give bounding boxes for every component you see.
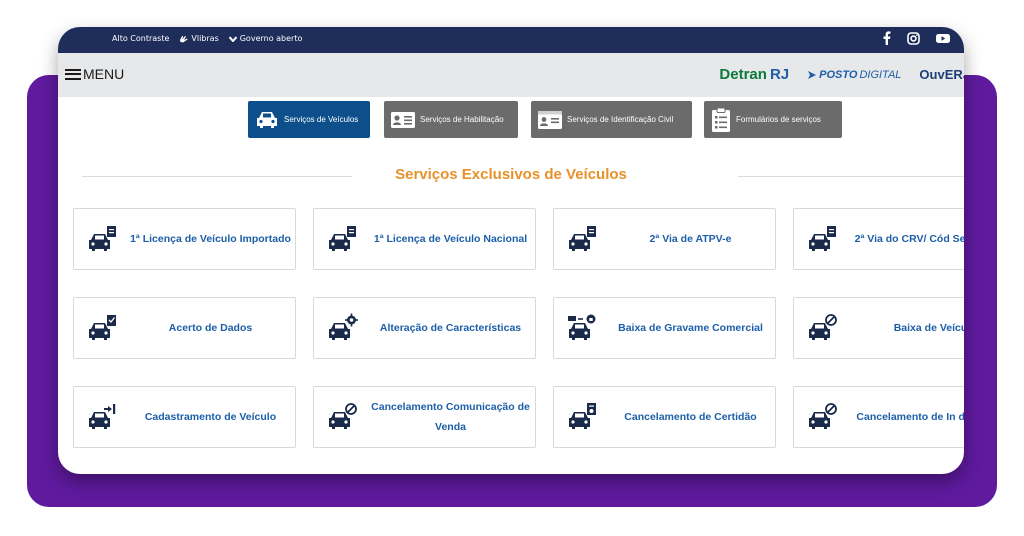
alto-contraste-link[interactable]: Alto Contraste xyxy=(112,34,169,43)
id-card-icon xyxy=(538,110,562,129)
service-card[interactable]: Baixa de Veícu xyxy=(793,297,964,359)
car-lock-icon xyxy=(568,313,598,343)
posto-logo-rest: DIGITAL xyxy=(859,68,902,81)
chevron-down-icon xyxy=(228,35,237,42)
service-card-label: Cadastramento de Veículo xyxy=(144,411,277,423)
ouverj-logo[interactable]: OuvERJ xyxy=(919,67,964,82)
title-divider-right xyxy=(738,176,964,177)
car-icon xyxy=(257,111,277,128)
service-card[interactable]: 1ª Licença de Veículo Nacional xyxy=(313,208,536,270)
governo-aberto-link[interactable]: Governo aberto xyxy=(228,34,303,43)
service-card-label: 1ª Licença de Veículo Importado xyxy=(130,233,291,245)
tab-servicos-habilitacao[interactable]: Serviços de Habilitação xyxy=(384,101,518,138)
facebook-icon[interactable] xyxy=(882,31,891,45)
detran-rj-logo[interactable]: Detran RJ xyxy=(719,66,789,83)
tab-label: Serviços de Identificação Civil xyxy=(567,115,674,124)
car-ban-icon xyxy=(808,313,838,343)
social-links xyxy=(882,31,950,45)
car-document-icon xyxy=(568,224,598,254)
tab-formularios-servicos[interactable]: Formulários de serviços xyxy=(704,101,842,138)
car-gear-icon xyxy=(328,313,358,343)
youtube-icon[interactable] xyxy=(936,33,950,44)
license-card-icon xyxy=(391,111,415,128)
accessibility-links: Alto Contraste Vlibras Governo aberto xyxy=(112,34,302,43)
vlibras-link[interactable]: Vlibras xyxy=(179,34,219,43)
posto-logo-bold: POSTO xyxy=(819,68,858,81)
car-certificate-icon xyxy=(568,402,598,432)
menu-bar: MENU Detran RJ POSTO DIGITAL OuvERJ xyxy=(58,53,964,97)
service-card[interactable]: 1ª Licença de Veículo Importado xyxy=(73,208,296,270)
tab-label: Formulários de serviços xyxy=(736,115,821,124)
tab-label: Serviços de Veículos xyxy=(284,115,359,124)
posto-digital-logo[interactable]: POSTO DIGITAL xyxy=(807,69,901,81)
car-document-icon xyxy=(328,224,358,254)
service-card-label: Alteração de Características xyxy=(379,322,522,334)
service-card-label: 2ª Via de ATPV-e xyxy=(649,233,732,245)
service-card[interactable]: Cancelamento Comunicação de Venda xyxy=(313,386,536,448)
section-title: Serviços Exclusivos de Veículos xyxy=(395,166,627,183)
tab-label: Serviços de Habilitação xyxy=(420,115,504,124)
car-document-icon xyxy=(88,224,118,254)
tab-servicos-veiculos[interactable]: Serviços de Veículos xyxy=(248,101,370,138)
instagram-icon[interactable] xyxy=(907,31,920,45)
car-arrow-icon xyxy=(88,402,118,432)
vlibras-label: Vlibras xyxy=(191,34,219,43)
posto-arrow-icon xyxy=(808,70,817,79)
service-card[interactable]: Baixa de Gravame Comercial xyxy=(553,297,776,359)
service-card-label: Acerto de Dados xyxy=(168,322,253,334)
car-ban-icon xyxy=(328,402,358,432)
tab-servicos-identificacao-civil[interactable]: Serviços de Identificação Civil xyxy=(531,101,692,138)
service-card-label: 1ª Licença de Veículo Nacional xyxy=(373,233,528,245)
accessibility-bar: Alto Contraste Vlibras Governo aberto xyxy=(58,27,964,53)
service-card[interactable]: Cancelamento de Certidão xyxy=(553,386,776,448)
hands-icon xyxy=(180,35,188,42)
menu-label: MENU xyxy=(83,66,125,82)
service-card[interactable]: Cancelamento de In de Venda xyxy=(793,386,964,448)
menu-button[interactable]: MENU xyxy=(65,66,124,82)
service-card[interactable]: 2ª Via do CRV/ Cód Segurança xyxy=(793,208,964,270)
browser-window: Alto Contraste Vlibras Governo aberto ME… xyxy=(58,27,964,474)
service-card[interactable]: Acerto de Dados xyxy=(73,297,296,359)
clipboard-icon xyxy=(712,107,730,132)
service-card[interactable]: Cadastramento de Veículo xyxy=(73,386,296,448)
car-document-icon xyxy=(808,224,838,254)
partner-logos: Detran RJ POSTO DIGITAL OuvERJ xyxy=(719,66,964,83)
service-category-tabs: Serviços de Veículos Serviços de Habilit… xyxy=(58,101,964,139)
service-card-label: Baixa de Veícu xyxy=(893,322,964,334)
service-card-label: Cancelamento de Certidão xyxy=(624,411,757,423)
service-card-label: Baixa de Gravame Comercial xyxy=(618,322,763,334)
service-card-label: 2ª Via do CRV/ Cód Segurança xyxy=(854,233,964,245)
hamburger-icon xyxy=(65,68,81,80)
detran-logo-rj: RJ xyxy=(769,66,790,83)
service-card-label: Cancelamento de In de Venda xyxy=(856,411,964,423)
service-card[interactable]: Alteração de Características xyxy=(313,297,536,359)
detran-logo-main: Detran xyxy=(719,66,767,83)
car-checklist-icon xyxy=(88,313,118,343)
service-card[interactable]: 2ª Via de ATPV-e xyxy=(553,208,776,270)
governo-aberto-label: Governo aberto xyxy=(239,34,303,43)
service-card-label: Cancelamento Comunicação de Venda xyxy=(371,401,530,433)
car-ban-icon xyxy=(808,402,838,432)
